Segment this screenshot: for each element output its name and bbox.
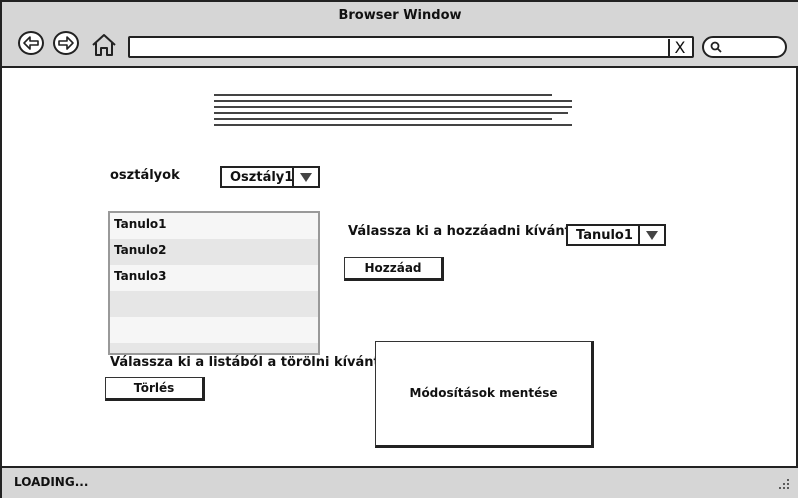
list-item[interactable] bbox=[110, 291, 318, 317]
title-bar: Browser Window X bbox=[2, 2, 798, 68]
close-icon: X bbox=[674, 38, 686, 57]
class-select-value: Osztály1 bbox=[230, 170, 294, 185]
save-changes-button[interactable]: Módosítások mentése bbox=[375, 341, 594, 448]
window-title: Browser Window bbox=[338, 8, 462, 23]
status-text: LOADING... bbox=[14, 475, 89, 489]
list-item[interactable]: Tanulo3 bbox=[110, 265, 318, 291]
delete-button[interactable]: Törlés bbox=[105, 377, 205, 401]
arrow-right-icon bbox=[58, 36, 74, 50]
list-item[interactable] bbox=[110, 317, 318, 343]
home-icon[interactable] bbox=[90, 32, 118, 58]
resize-grip-icon[interactable] bbox=[776, 476, 790, 490]
student-select-value: Tanulo1 bbox=[576, 228, 633, 243]
caret-down-icon bbox=[300, 172, 312, 182]
dropdown-arrow bbox=[292, 168, 318, 186]
search-icon bbox=[710, 41, 722, 53]
search-input[interactable] bbox=[702, 36, 787, 58]
status-bar: LOADING... bbox=[2, 466, 798, 498]
arrow-left-icon bbox=[23, 36, 39, 50]
student-select[interactable]: Tanulo1 bbox=[566, 224, 666, 246]
text-placeholder-lines bbox=[214, 94, 574, 130]
clear-url-button[interactable]: X bbox=[668, 39, 690, 56]
list-item[interactable] bbox=[110, 343, 318, 353]
back-button[interactable] bbox=[18, 31, 44, 55]
class-select[interactable]: Osztály1 bbox=[220, 166, 320, 188]
class-label: osztályok bbox=[110, 168, 180, 183]
caret-down-icon bbox=[646, 230, 658, 240]
browser-window: Browser Window X osztályok Osztály1 Tanu… bbox=[0, 0, 798, 498]
list-item[interactable]: Tanulo1 bbox=[110, 213, 318, 239]
student-list[interactable]: Tanulo1 Tanulo2 Tanulo3 bbox=[108, 211, 320, 355]
list-item[interactable]: Tanulo2 bbox=[110, 239, 318, 265]
add-button[interactable]: Hozzáad bbox=[344, 257, 444, 281]
forward-button[interactable] bbox=[53, 31, 79, 55]
dropdown-arrow bbox=[638, 226, 664, 244]
url-input[interactable]: X bbox=[128, 36, 694, 58]
